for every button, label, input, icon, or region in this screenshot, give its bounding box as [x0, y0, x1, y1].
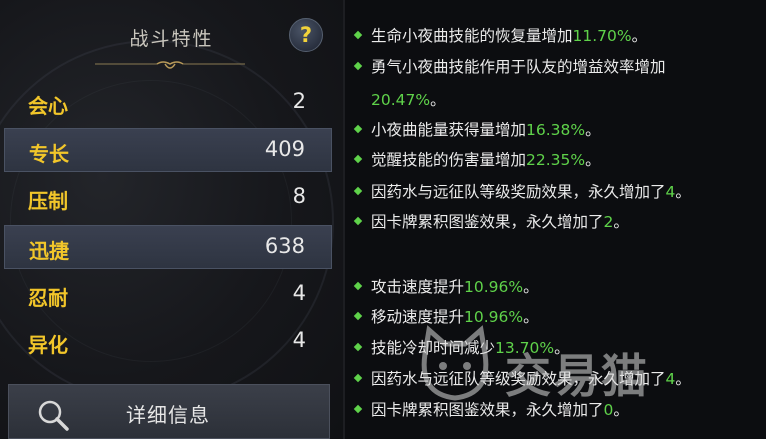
- search-icon: [38, 400, 69, 431]
- stat-name: 压制: [28, 189, 68, 213]
- bullet-icon: [353, 404, 363, 414]
- stat-row-specialization[interactable]: 专长 409: [4, 128, 332, 172]
- effect-line: 因卡牌累积图鉴效果，永久增加了2。: [353, 210, 629, 232]
- stat-row-swiftness[interactable]: 迅捷 638: [4, 225, 332, 269]
- stat-row-expertise[interactable]: 异化 4: [4, 320, 332, 364]
- bullet-icon: [353, 216, 363, 226]
- stat-value: 4: [292, 328, 306, 352]
- effect-line: 觉醒技能的伤害量增加22.35%。: [353, 148, 601, 170]
- details-button[interactable]: 详细信息: [8, 384, 330, 439]
- bullet-icon: [353, 30, 363, 40]
- stat-value: 409: [264, 137, 305, 161]
- stat-name: 会心: [28, 94, 68, 118]
- stat-row-domination[interactable]: 压制 8: [4, 176, 332, 220]
- bullet-icon: [353, 373, 363, 383]
- bullet-icon: [353, 311, 363, 321]
- stat-value: 2: [292, 89, 306, 113]
- stat-value: 8: [292, 184, 306, 208]
- cat-logo-icon: [421, 325, 489, 401]
- stat-value: 638: [264, 234, 305, 258]
- stat-row-crit[interactable]: 会心 2: [4, 81, 332, 125]
- stat-name: 迅捷: [29, 239, 69, 263]
- effect-line-continued: 20.47%。: [371, 91, 446, 109]
- help-button[interactable]: ?: [289, 18, 323, 52]
- bullet-icon: [353, 186, 363, 196]
- watermark: 交易猫: [415, 318, 745, 418]
- watermark-text: 交易猫: [505, 349, 649, 403]
- question-mark-icon: ?: [299, 23, 313, 47]
- details-button-label: 详细信息: [126, 403, 210, 427]
- stat-name: 忍耐: [28, 286, 68, 310]
- bullet-icon: [353, 124, 363, 134]
- stat-name: 专长: [29, 142, 69, 166]
- effect-line: 攻击速度提升10.96%。: [353, 275, 539, 297]
- bullet-icon: [353, 61, 363, 71]
- stat-name: 异化: [28, 333, 68, 357]
- bullet-icon: [353, 281, 363, 291]
- effect-line: 勇气小夜曲技能作用于队友的增益效率增加: [353, 55, 666, 77]
- effect-line: 生命小夜曲技能的恢复量增加11.70%。: [353, 24, 647, 46]
- bullet-icon: [353, 342, 363, 352]
- effect-line: 小夜曲能量获得量增加16.38%。: [353, 118, 601, 140]
- bullet-icon: [353, 154, 363, 164]
- stat-value: 4: [292, 281, 306, 305]
- stat-row-endurance[interactable]: 忍耐 4: [4, 273, 332, 317]
- title-ornament: [95, 61, 245, 69]
- combat-stats-panel: 战斗特性 ? 会心 2 专长 409 压制 8 迅捷 638 忍耐 4 异化 4…: [0, 0, 343, 439]
- effect-line: 因药水与远征队等级奖励效果，永久增加了4。: [353, 180, 691, 202]
